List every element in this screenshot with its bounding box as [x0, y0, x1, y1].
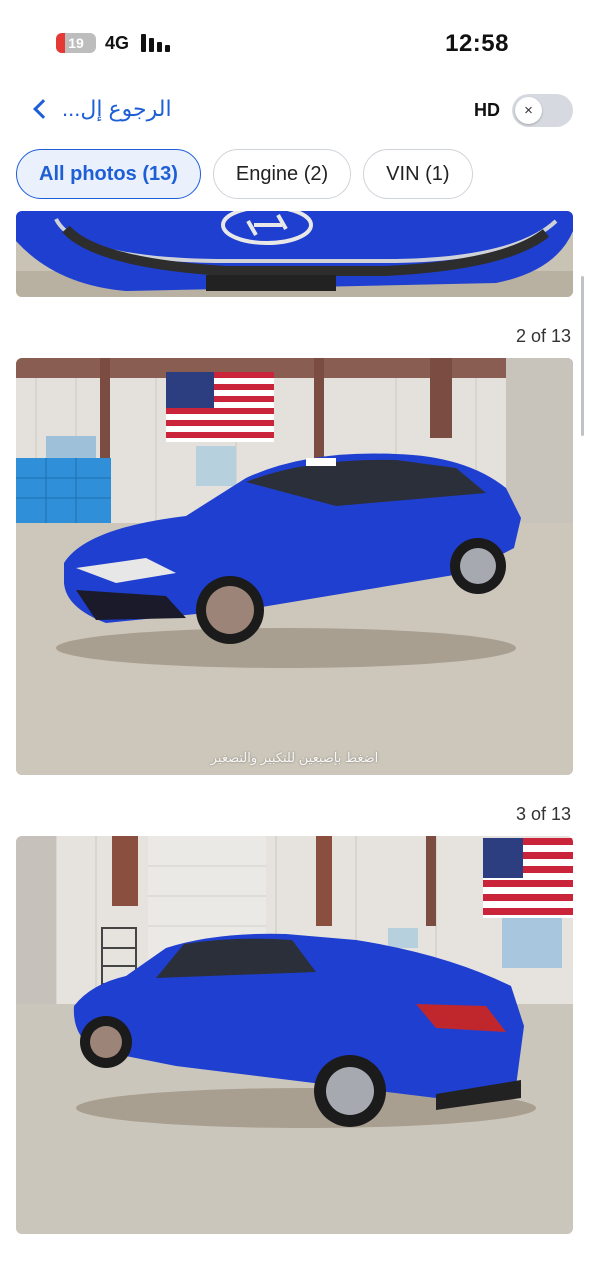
flag-image [166, 372, 274, 442]
back-button[interactable]: الرجوع إل... [30, 96, 172, 122]
car-front-image [16, 211, 573, 297]
photo-counter: 2 of 13 [515, 326, 571, 346]
signal-icon [141, 32, 173, 52]
car-side-front-image [16, 358, 573, 775]
network-type: 4G [105, 33, 130, 53]
chip-vin[interactable]: VIN (1) [363, 149, 473, 199]
clock: 12:58 [445, 30, 509, 57]
hd-toggle[interactable]: × [512, 94, 573, 127]
chip-engine[interactable]: Engine (2) [212, 149, 352, 199]
photo-counter: 3 of 13 [515, 804, 571, 824]
photo-2[interactable]: اضغط بإصبعين للتكبير والتصغير [16, 358, 573, 775]
nav-bar: الرجوع إل... HD × [0, 84, 589, 140]
photo-3[interactable] [16, 836, 573, 1234]
car-rear-side-image [16, 836, 573, 1234]
status-bar: 19 4G 12:58 [0, 0, 589, 84]
close-icon: × [515, 97, 542, 124]
flag-image [483, 838, 573, 918]
battery-level: 19 [68, 35, 84, 51]
scrollbar[interactable] [581, 276, 584, 436]
back-label: الرجوع إل... [62, 96, 172, 121]
filter-chips: All photos (13) Engine (2) VIN (1) [16, 149, 473, 199]
chip-all-photos[interactable]: All photos (13) [16, 149, 201, 199]
chevron-left-icon [33, 99, 53, 119]
pinch-zoom-hint: اضغط بإصبعين للتكبير والتصغير [210, 750, 379, 765]
photo-1[interactable] [16, 211, 573, 297]
hd-label: HD [474, 100, 500, 120]
battery-icon: 19 [56, 33, 96, 53]
